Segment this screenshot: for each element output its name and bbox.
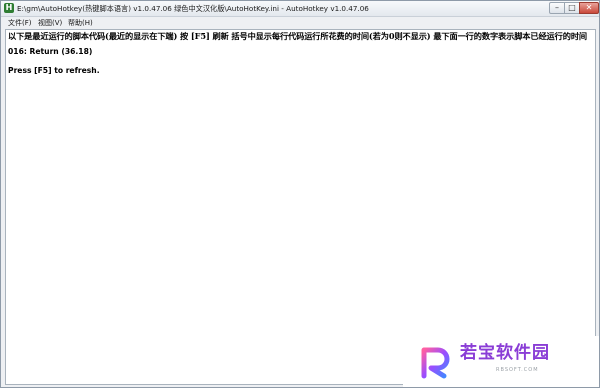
title-bar[interactable]: H E:\gm\AutoHotkey(热键脚本语言) v1.0.47.06 绿色… bbox=[1, 1, 599, 17]
minimize-button[interactable]: – bbox=[549, 2, 565, 14]
script-lines-view[interactable]: 以下是最近运行的脚本代码(最近的显示在下端) 按 [F5] 刷新 括号中显示每行… bbox=[5, 29, 596, 385]
menu-help[interactable]: 帮助(H) bbox=[68, 18, 93, 28]
menu-bar: 文件(F) 视图(V) 帮助(H) bbox=[1, 17, 599, 29]
lines-header-text: 以下是最近运行的脚本代码(最近的显示在下端) 按 [F5] 刷新 括号中显示每行… bbox=[8, 31, 587, 41]
watermark-text: 若宝软件园 bbox=[460, 343, 550, 363]
watermark: 若宝软件园 RBSOFT.COM bbox=[403, 336, 599, 387]
menu-file[interactable]: 文件(F) bbox=[8, 18, 32, 28]
close-button[interactable]: ✕ bbox=[579, 2, 599, 14]
watermark-logo-icon bbox=[421, 347, 450, 379]
menu-view[interactable]: 视图(V) bbox=[38, 18, 62, 28]
watermark-url: RBSOFT.COM bbox=[496, 367, 539, 373]
app-window: H E:\gm\AutoHotkey(热键脚本语言) v1.0.47.06 绿色… bbox=[0, 0, 600, 388]
maximize-button[interactable]: □ bbox=[564, 2, 580, 14]
refresh-hint: Press [F5] to refresh. bbox=[8, 66, 100, 75]
autohotkey-icon: H bbox=[4, 3, 14, 13]
executed-line: 016: Return (36.18) bbox=[8, 47, 93, 56]
window-title: E:\gm\AutoHotkey(热键脚本语言) v1.0.47.06 绿色中文… bbox=[17, 4, 369, 13]
